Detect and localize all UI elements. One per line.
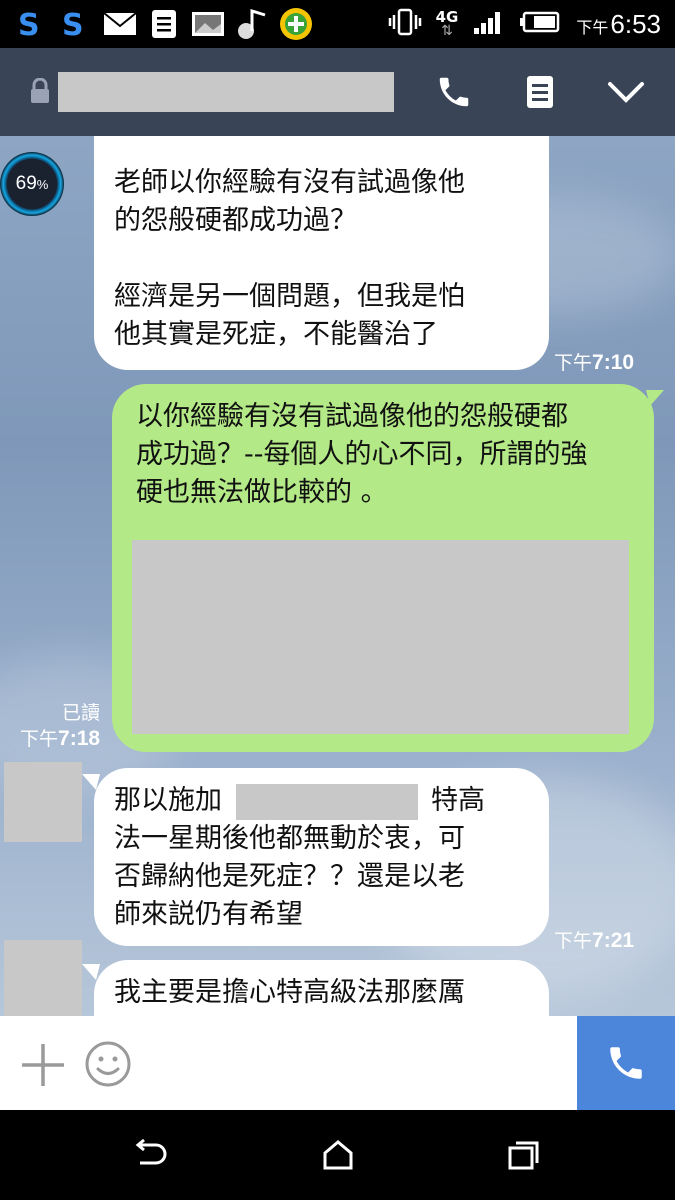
network-type-icon: 4G ⇅ (435, 8, 459, 39)
plus-icon (22, 1044, 64, 1086)
add-button[interactable] (18, 1040, 68, 1090)
call-button[interactable] (432, 70, 476, 114)
status-bar: S S 4G ⇅ 下午6:53 (0, 0, 675, 48)
battery-icon (520, 10, 562, 38)
navigation-bar (0, 1110, 675, 1200)
app-s-icon: S (14, 6, 50, 42)
status-time: 下午6:53 (576, 8, 661, 39)
home-button[interactable] (316, 1135, 360, 1175)
image-icon (190, 6, 226, 42)
mail-icon (102, 6, 138, 42)
vibrate-icon (388, 7, 422, 41)
battery-widget[interactable]: 69% (0, 152, 64, 216)
message-time: 下午7:21 (554, 929, 635, 952)
avatar[interactable] (4, 940, 82, 1016)
plus-app-icon (278, 6, 314, 42)
back-button[interactable] (128, 1135, 172, 1175)
message-time: 下午7:10 (554, 351, 635, 374)
voice-call-button[interactable] (577, 1016, 675, 1110)
signal-icon (472, 8, 506, 40)
app-s-icon: S (58, 6, 94, 42)
phone-icon (439, 77, 469, 107)
chevron-down-icon (608, 82, 644, 103)
notes-button[interactable] (518, 70, 562, 114)
svg-text:S: S (18, 9, 40, 39)
input-bar (0, 1016, 675, 1110)
chat-messages[interactable]: 69% 老師以你經驗有沒有試過像他 的怨般硬都成功過？ 經濟是另一個問題，但我是… (0, 136, 675, 1016)
recent-apps-icon (508, 1141, 539, 1170)
read-receipt: 已讀 (62, 702, 101, 724)
redacted-text (236, 784, 418, 820)
notes-icon (146, 6, 182, 42)
recent-apps-button[interactable] (502, 1135, 546, 1175)
chat-header (0, 48, 675, 136)
redacted-image (132, 540, 629, 734)
svg-text:S: S (62, 9, 84, 39)
message-time: 下午7:18 (20, 727, 101, 750)
lock-icon (30, 77, 50, 106)
phone-icon (610, 1047, 642, 1079)
avatar[interactable] (4, 762, 82, 842)
smiley-icon (85, 1041, 131, 1087)
home-icon (323, 1140, 353, 1170)
expand-menu-button[interactable] (604, 70, 648, 114)
music-icon (234, 6, 270, 42)
incoming-message[interactable]: 老師以你經驗有沒有試過像他 的怨般硬都成功過？ 經濟是另一個問題，但我是怕 他其… (94, 136, 549, 370)
contact-name-redacted (58, 72, 394, 112)
emoji-button[interactable] (84, 1040, 132, 1088)
incoming-message[interactable]: 我主要是擔心特高級法那麼厲 (94, 960, 549, 1016)
bubble-tail (646, 390, 664, 406)
note-icon (527, 76, 553, 108)
back-arrow-icon (135, 1139, 167, 1165)
